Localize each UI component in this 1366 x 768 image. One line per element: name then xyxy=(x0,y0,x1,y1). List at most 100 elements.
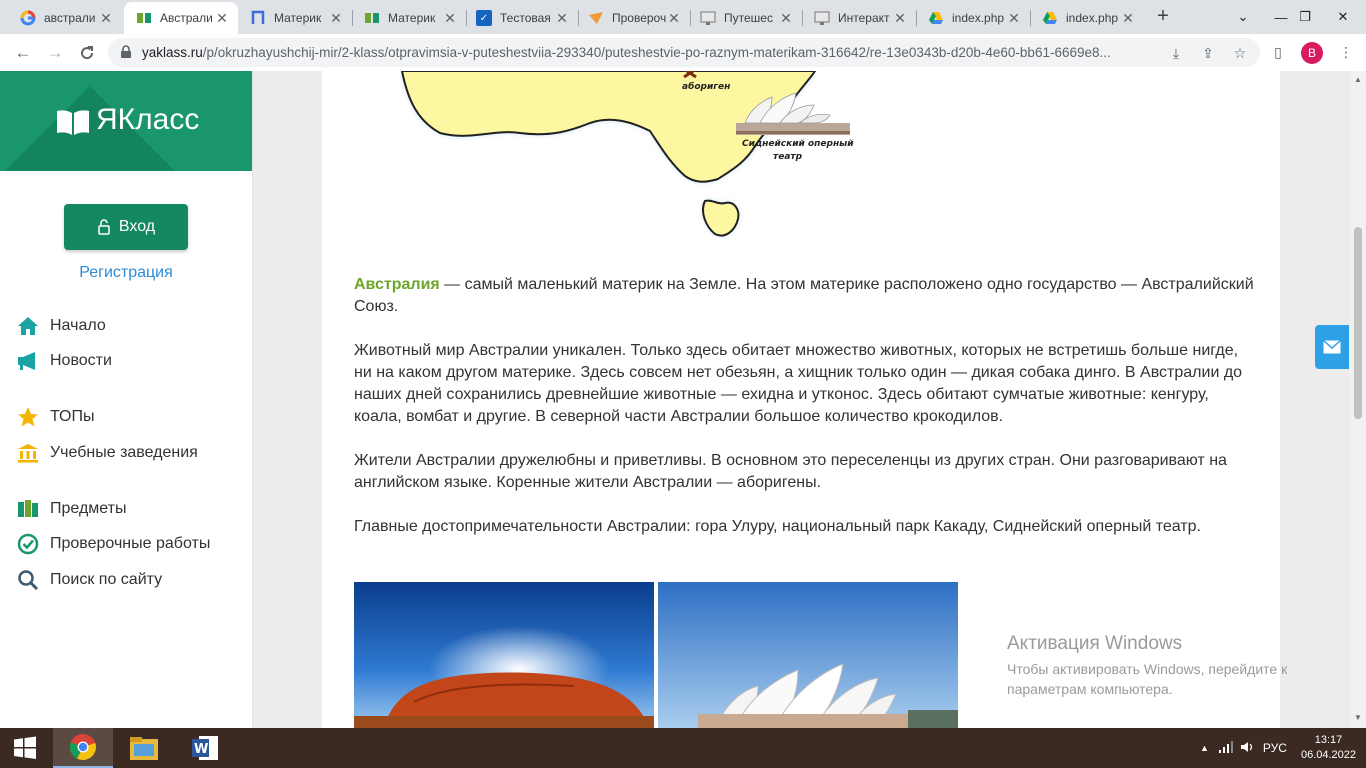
opera-house-photo xyxy=(658,582,958,728)
new-tab-button[interactable]: + xyxy=(1152,5,1174,27)
close-icon[interactable]: ✕ xyxy=(214,10,230,27)
clock[interactable]: 13:17 06.04.2022 xyxy=(1301,733,1356,763)
nav-subjects[interactable]: Предметы xyxy=(16,497,126,521)
url-text: yaklass.ru/p/okruzhayushchij-mir/2-klass… xyxy=(142,45,1162,60)
p-icon xyxy=(250,10,266,26)
chrome-icon xyxy=(69,734,96,761)
nav-label: Проверочные работы xyxy=(50,535,211,552)
watermark-title: Активация Windows xyxy=(1007,633,1183,654)
close-icon[interactable]: ✕ xyxy=(1006,10,1022,27)
megaphone-icon xyxy=(16,349,40,373)
nav-home[interactable]: Начало xyxy=(16,314,106,338)
paper-plane-icon xyxy=(588,10,604,26)
url-path: /p/okruzhayushchij-mir/2-klass/otpravims… xyxy=(202,45,1111,60)
nav-label: ТОПы xyxy=(50,408,95,425)
page-scrollbar[interactable]: ▲ ▼ xyxy=(1350,71,1366,728)
share-icon[interactable]: ⇪ xyxy=(1198,43,1218,63)
folder-icon xyxy=(130,737,158,760)
nav-institutions[interactable]: Учебные заведения xyxy=(16,441,198,465)
paragraph-landmarks: Главные достопримечательности Австралии:… xyxy=(354,518,1201,535)
google-icon xyxy=(20,10,36,26)
tab-1[interactable]: австрали ✕ xyxy=(8,2,122,34)
mail-icon xyxy=(1323,340,1341,354)
nav-label: Поиск по сайту xyxy=(50,571,163,588)
search-icon xyxy=(16,568,40,592)
tab-7[interactable]: Путешес ✕ xyxy=(688,2,802,34)
australia-map: абориген Сиднейский оперный театр xyxy=(400,71,854,237)
scroll-down-icon[interactable]: ▼ xyxy=(1353,713,1363,722)
tab-5[interactable]: ✓ Тестовая ✕ xyxy=(464,2,578,34)
scroll-thumb[interactable] xyxy=(1354,227,1362,419)
tray-chevron-icon[interactable]: ▲ xyxy=(1200,743,1209,753)
monitor-icon xyxy=(814,10,830,26)
close-window-button[interactable]: ✕ xyxy=(1320,0,1366,34)
lock-open-icon xyxy=(98,219,110,235)
windows-taskbar: W ▲ РУС 13:17 06.04.2022 xyxy=(0,728,1366,768)
tab-10[interactable]: index.php ✕ xyxy=(1030,2,1144,34)
tab-8[interactable]: Интеракт ✕ xyxy=(802,2,916,34)
tab-3[interactable]: Материк ✕ xyxy=(238,2,352,34)
login-label: Вход xyxy=(118,218,156,235)
tab-title: Материк xyxy=(274,11,322,25)
close-icon[interactable]: ✕ xyxy=(98,10,114,27)
network-icon[interactable] xyxy=(1218,740,1233,756)
home-icon xyxy=(16,314,40,338)
logo-text: ЯКласс xyxy=(96,103,200,136)
institution-icon xyxy=(16,441,40,465)
close-icon[interactable]: ✕ xyxy=(666,10,682,27)
tab-title: Материк xyxy=(388,11,436,25)
paragraph-people: Жители Австралии дружелюбны и приветливы… xyxy=(354,452,1227,491)
back-button[interactable]: ← xyxy=(10,40,36,66)
close-icon[interactable]: ✕ xyxy=(554,10,570,27)
system-tray: ▲ РУС 13:17 06.04.2022 xyxy=(1200,728,1366,768)
windows-activation-watermark: Активация Windows Чтобы активировать Win… xyxy=(1007,633,1287,699)
clock-date: 06.04.2022 xyxy=(1300,749,1357,761)
paragraph-text: — самый маленький материк на Земле. На э… xyxy=(354,276,1254,315)
drive-icon xyxy=(928,10,944,26)
yaklass-icon xyxy=(136,10,152,26)
language-indicator[interactable]: РУС xyxy=(1263,741,1287,755)
paragraph-intro: Австралия — самый маленький материк на З… xyxy=(354,274,1254,318)
address-bar[interactable]: yaklass.ru/p/okruzhayushchij-mir/2-klass… xyxy=(108,38,1260,67)
close-icon[interactable]: ✕ xyxy=(778,10,794,27)
forward-button[interactable]: → xyxy=(42,40,68,66)
sidebar: ЯКласс Вход Регистрация Начало Новости Т… xyxy=(0,71,253,728)
nav-tests[interactable]: Проверочные работы xyxy=(16,532,210,556)
taskbar-chrome[interactable] xyxy=(53,728,113,768)
highlight-word[interactable]: Австралия xyxy=(354,276,440,293)
browser-toolbar: ← → yaklass.ru/p/okruzhayushchij-mir/2-k… xyxy=(0,34,1366,72)
star-icon xyxy=(16,405,40,429)
side-panel-icon[interactable]: ▯ xyxy=(1268,42,1288,62)
close-icon[interactable]: ✕ xyxy=(892,10,908,27)
tab-2-active[interactable]: Австрали ✕ xyxy=(124,2,238,34)
login-button[interactable]: Вход xyxy=(64,204,188,250)
scroll-up-icon[interactable]: ▲ xyxy=(1353,75,1363,84)
paragraph-fauna: Животный мир Австралии уникален. Только … xyxy=(354,342,1243,425)
taskbar-word[interactable]: W xyxy=(175,728,235,768)
feedback-mail-button[interactable] xyxy=(1315,325,1349,369)
tab-9[interactable]: index.php ✕ xyxy=(916,2,1030,34)
tab-title: Провероч xyxy=(612,11,666,25)
nav-tops[interactable]: ТОПы xyxy=(16,405,95,429)
tab-6[interactable]: Провероч ✕ xyxy=(576,2,690,34)
site-logo[interactable]: ЯКласс xyxy=(0,71,252,171)
register-link[interactable]: Регистрация xyxy=(0,264,252,282)
bookmark-star-icon[interactable]: ☆ xyxy=(1230,43,1250,63)
volume-icon[interactable] xyxy=(1240,741,1255,756)
reload-button[interactable] xyxy=(74,40,100,66)
start-button[interactable] xyxy=(0,728,50,768)
monitor-icon xyxy=(700,10,716,26)
close-icon[interactable]: ✕ xyxy=(1120,10,1136,27)
tab-title: index.php xyxy=(1066,11,1119,25)
close-icon[interactable]: ✕ xyxy=(442,10,458,27)
close-icon[interactable]: ✕ xyxy=(328,10,344,27)
menu-icon[interactable]: ⋮ xyxy=(1336,42,1356,62)
nav-news[interactable]: Новости xyxy=(16,349,112,373)
windows-logo-icon xyxy=(14,736,36,759)
tab-4[interactable]: Материк ✕ xyxy=(352,2,466,34)
tab-title: австрали xyxy=(44,11,96,25)
profile-avatar[interactable]: B xyxy=(1301,42,1323,64)
nav-search[interactable]: Поиск по сайту xyxy=(16,568,162,592)
install-icon[interactable]: ⤓ xyxy=(1166,43,1186,63)
taskbar-explorer[interactable] xyxy=(114,728,174,768)
